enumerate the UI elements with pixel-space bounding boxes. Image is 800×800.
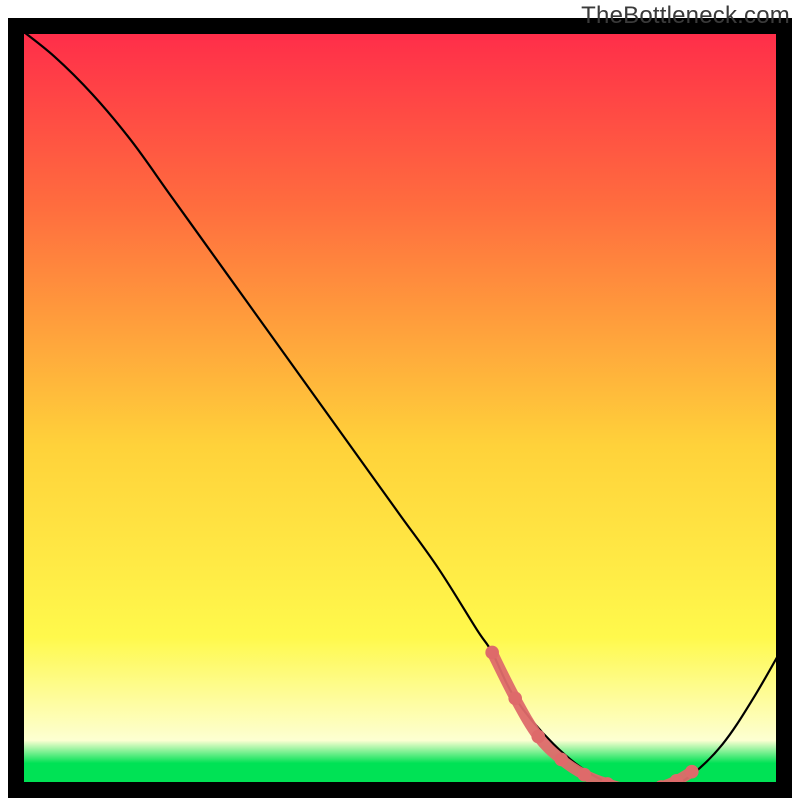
optimal-range-dot — [554, 753, 568, 767]
bottleneck-chart — [0, 0, 800, 800]
optimal-range-dot — [485, 646, 499, 660]
watermark-text: TheBottleneck.com — [581, 2, 790, 30]
chart-container: TheBottleneck.com — [0, 0, 800, 800]
optimal-range-dot — [578, 768, 592, 782]
optimal-range-dot — [531, 730, 545, 744]
optimal-range-dot — [685, 765, 699, 779]
optimal-range-dot — [508, 692, 522, 706]
